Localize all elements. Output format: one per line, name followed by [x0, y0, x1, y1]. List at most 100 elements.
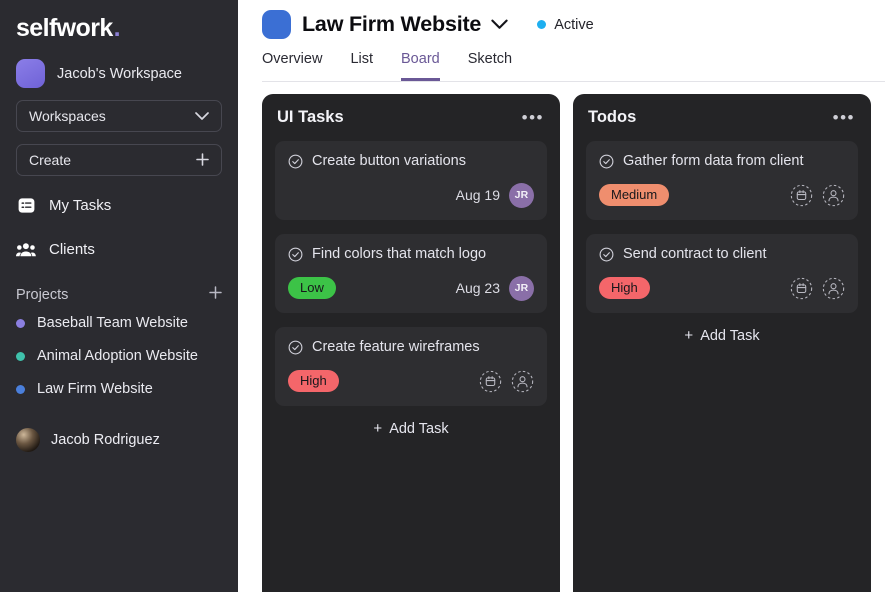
- assignee-placeholder-icon[interactable]: [822, 277, 845, 300]
- plus-icon: +: [684, 327, 694, 344]
- priority-badge[interactable]: Medium: [599, 184, 670, 206]
- projects-section-label: Projects: [16, 286, 69, 303]
- check-circle-icon[interactable]: [288, 247, 303, 262]
- check-circle-icon[interactable]: [599, 247, 614, 262]
- workspaces-button[interactable]: Workspaces: [16, 100, 222, 132]
- status-badge: Active: [537, 17, 594, 33]
- task-meta: [790, 277, 845, 300]
- projects-section-header: Projects: [16, 286, 222, 303]
- sidebar-item-label: Clients: [49, 240, 95, 258]
- task-title: Create feature wireframes: [312, 339, 480, 355]
- task-card-footer: Aug 19 JR: [288, 182, 534, 208]
- tab-board[interactable]: Board: [401, 51, 440, 81]
- plus-icon: +: [373, 420, 383, 437]
- avatar: [16, 428, 40, 452]
- chevron-down-icon[interactable]: [491, 15, 508, 35]
- project-color-dot: [16, 318, 25, 328]
- column-header: Todos •••: [586, 108, 858, 127]
- add-project-button[interactable]: [209, 286, 222, 303]
- task-meta: [479, 370, 534, 393]
- task-card[interactable]: Send contract to client High: [586, 234, 858, 313]
- tasks-list-icon: [16, 195, 36, 215]
- task-card-title-row: Find colors that match logo: [288, 246, 534, 262]
- assignee-placeholder-icon[interactable]: [511, 370, 534, 393]
- priority-badge[interactable]: High: [288, 370, 339, 392]
- due-date[interactable]: Aug 23: [456, 280, 500, 296]
- current-user-name: Jacob Rodriguez: [51, 432, 160, 448]
- assignee-avatar[interactable]: JR: [509, 275, 534, 301]
- task-card-title-row: Create feature wireframes: [288, 339, 534, 355]
- task-card[interactable]: Find colors that match logo Low Aug 23 J…: [275, 234, 547, 313]
- task-card-title-row: Create button variations: [288, 153, 534, 169]
- workspaces-button-label: Workspaces: [29, 108, 106, 124]
- project-label: Law Firm Website: [37, 381, 153, 397]
- column-title: UI Tasks: [277, 108, 344, 126]
- sidebar-item-clients[interactable]: Clients: [16, 234, 222, 264]
- workspace-selector[interactable]: Jacob's Workspace: [16, 59, 222, 88]
- task-title: Find colors that match logo: [312, 246, 487, 262]
- task-card-title-row: Gather form data from client: [599, 153, 845, 169]
- sidebar-project-law-firm-website[interactable]: Law Firm Website: [16, 376, 222, 402]
- priority-badge[interactable]: Low: [288, 277, 336, 299]
- page-title: Law Firm Website: [302, 12, 482, 36]
- tab-sketch[interactable]: Sketch: [468, 51, 512, 81]
- tab-overview[interactable]: Overview: [262, 51, 322, 81]
- task-card-title-row: Send contract to client: [599, 246, 845, 262]
- main-content: Law Firm Website Active Overview List Bo…: [238, 0, 885, 592]
- plus-icon: [196, 152, 209, 168]
- project-label: Baseball Team Website: [37, 315, 188, 331]
- logo-dot: .: [113, 14, 121, 42]
- add-task-button[interactable]: + Add Task: [275, 420, 547, 437]
- workspace-avatar: [16, 59, 45, 88]
- project-label: Animal Adoption Website: [37, 348, 198, 364]
- status-label: Active: [554, 16, 594, 33]
- add-task-button[interactable]: + Add Task: [586, 327, 858, 344]
- chevron-down-icon: [195, 109, 209, 123]
- task-card[interactable]: Gather form data from client Medium: [586, 141, 858, 220]
- column-header: UI Tasks •••: [275, 108, 547, 127]
- task-meta: [790, 184, 845, 207]
- logo-text: selfwork: [16, 14, 113, 42]
- project-square-icon: [262, 10, 291, 39]
- project-title-row: Law Firm Website Active: [262, 10, 885, 39]
- app-logo[interactable]: selfwork.: [16, 0, 222, 43]
- add-task-label: Add Task: [389, 420, 449, 437]
- sidebar: selfwork. Jacob's Workspace Workspaces C…: [0, 0, 238, 592]
- assignee-avatar[interactable]: JR: [509, 182, 534, 208]
- task-card[interactable]: Create feature wireframes High: [275, 327, 547, 406]
- create-button[interactable]: Create: [16, 144, 222, 176]
- assignee-placeholder-icon[interactable]: [822, 184, 845, 207]
- sidebar-project-animal-adoption-website[interactable]: Animal Adoption Website: [16, 343, 222, 369]
- sidebar-project-baseball-team-website[interactable]: Baseball Team Website: [16, 310, 222, 336]
- task-card[interactable]: Create button variations Aug 19 JR: [275, 141, 547, 220]
- due-date[interactable]: Aug 19: [456, 187, 500, 203]
- task-card-footer: Medium: [599, 182, 845, 208]
- task-meta: Aug 19 JR: [456, 182, 534, 208]
- column-menu-button[interactable]: •••: [833, 109, 855, 126]
- column-menu-button[interactable]: •••: [522, 109, 544, 126]
- workspace-name: Jacob's Workspace: [57, 65, 182, 82]
- task-title: Create button variations: [312, 153, 466, 169]
- current-user[interactable]: Jacob Rodriguez: [16, 428, 222, 452]
- calendar-placeholder-icon[interactable]: [790, 184, 813, 207]
- sidebar-item-label: My Tasks: [49, 196, 112, 214]
- column-title: Todos: [588, 108, 637, 126]
- check-circle-icon[interactable]: [288, 154, 303, 169]
- tab-list[interactable]: List: [350, 51, 373, 81]
- board-column-ui-tasks: UI Tasks ••• Create button variations Au…: [262, 94, 560, 592]
- task-title: Send contract to client: [623, 246, 767, 262]
- add-task-label: Add Task: [700, 327, 760, 344]
- people-icon: [16, 239, 36, 259]
- priority-badge[interactable]: High: [599, 277, 650, 299]
- app-root: selfwork. Jacob's Workspace Workspaces C…: [0, 0, 885, 592]
- task-card-footer: Low Aug 23 JR: [288, 275, 534, 301]
- task-title: Gather form data from client: [623, 153, 804, 169]
- calendar-placeholder-icon[interactable]: [479, 370, 502, 393]
- check-circle-icon[interactable]: [288, 340, 303, 355]
- calendar-placeholder-icon[interactable]: [790, 277, 813, 300]
- sidebar-item-my-tasks[interactable]: My Tasks: [16, 190, 222, 220]
- check-circle-icon[interactable]: [599, 154, 614, 169]
- page-header: Law Firm Website Active Overview List Bo…: [238, 0, 885, 82]
- project-color-dot: [16, 351, 25, 361]
- task-card-footer: High: [288, 368, 534, 394]
